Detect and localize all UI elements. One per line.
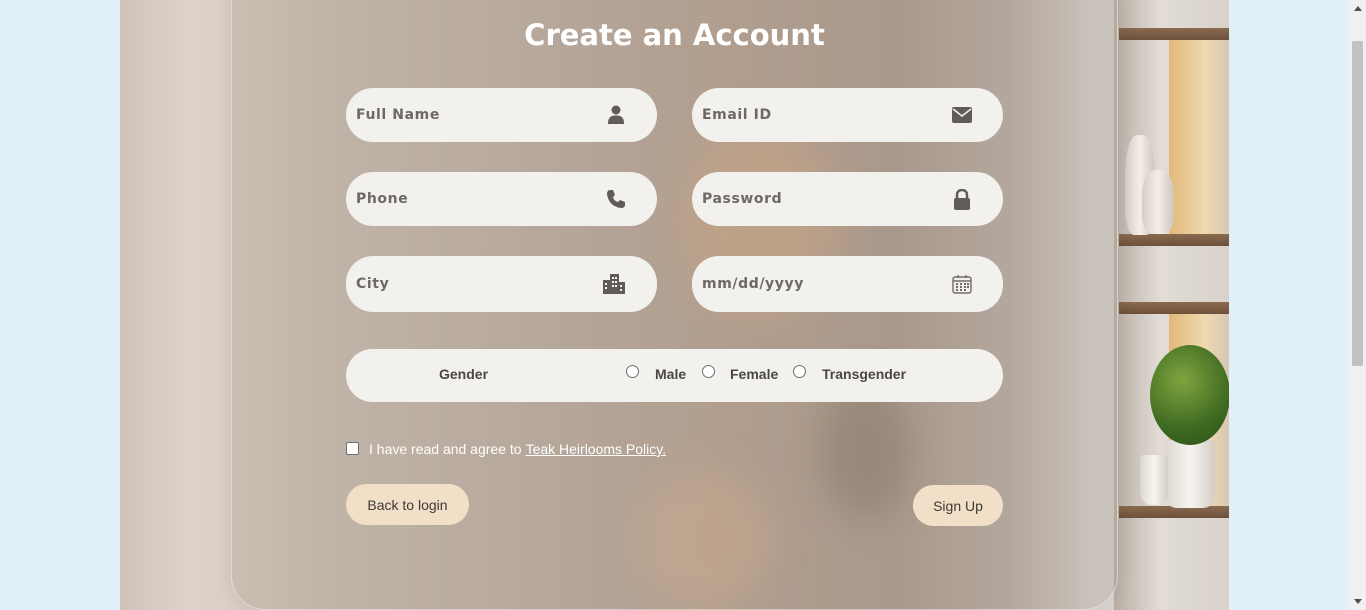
email-placeholder: Email ID bbox=[702, 107, 772, 123]
plant-pot bbox=[1165, 440, 1215, 508]
shelf bbox=[1119, 28, 1229, 40]
scroll-up-arrow-icon[interactable] bbox=[1354, 6, 1362, 11]
policy-checkbox[interactable] bbox=[346, 441, 359, 455]
policy-link[interactable]: Teak Heirlooms Policy. bbox=[526, 441, 667, 457]
full-name-field[interactable]: Full Name bbox=[346, 88, 657, 142]
date-placeholder: mm/dd/yyyy bbox=[702, 276, 804, 292]
lock-icon bbox=[951, 188, 973, 210]
page-scrollbar[interactable] bbox=[1349, 0, 1366, 610]
back-to-login-button[interactable]: Back to login bbox=[346, 484, 469, 525]
gender-radio-male[interactable] bbox=[626, 365, 639, 378]
city-field[interactable]: City bbox=[346, 256, 657, 312]
gender-radio-transgender[interactable] bbox=[793, 365, 806, 378]
vase bbox=[1142, 170, 1174, 234]
city-placeholder: City bbox=[356, 276, 390, 292]
gender-option-transgender[interactable]: Transgender bbox=[822, 366, 906, 382]
gender-radio-female[interactable] bbox=[702, 365, 715, 378]
scroll-down-arrow-icon[interactable] bbox=[1354, 599, 1362, 604]
password-field[interactable]: Password bbox=[692, 172, 1003, 226]
calendar-icon[interactable] bbox=[951, 273, 973, 295]
shelf bbox=[1119, 302, 1229, 314]
gender-option-male[interactable]: Male bbox=[655, 366, 686, 382]
policy-agreement: I have read and agree to Teak Heirlooms … bbox=[346, 441, 666, 457]
shelf bbox=[1119, 234, 1229, 246]
plant bbox=[1150, 345, 1229, 445]
page-title: Create an Account bbox=[524, 18, 825, 52]
plant-pot bbox=[1140, 455, 1168, 505]
gender-row: Gender Male Female Transgender bbox=[346, 349, 1003, 402]
city-icon bbox=[601, 273, 627, 295]
phone-field[interactable]: Phone bbox=[346, 172, 657, 226]
gender-label: Gender bbox=[439, 366, 489, 382]
gender-option-female[interactable]: Female bbox=[730, 366, 778, 382]
user-icon bbox=[605, 104, 627, 126]
email-field[interactable]: Email ID bbox=[692, 88, 1003, 142]
phone-icon bbox=[605, 188, 627, 210]
phone-placeholder: Phone bbox=[356, 191, 409, 207]
scrollbar-thumb[interactable] bbox=[1352, 41, 1363, 366]
full-name-placeholder: Full Name bbox=[356, 107, 440, 123]
policy-text: I have read and agree to bbox=[369, 441, 522, 457]
envelope-icon bbox=[951, 104, 973, 126]
sign-up-button[interactable]: Sign Up bbox=[913, 485, 1003, 526]
password-placeholder: Password bbox=[702, 191, 783, 207]
shelf-light bbox=[1169, 40, 1229, 240]
date-of-birth-field[interactable]: mm/dd/yyyy bbox=[692, 256, 1003, 312]
